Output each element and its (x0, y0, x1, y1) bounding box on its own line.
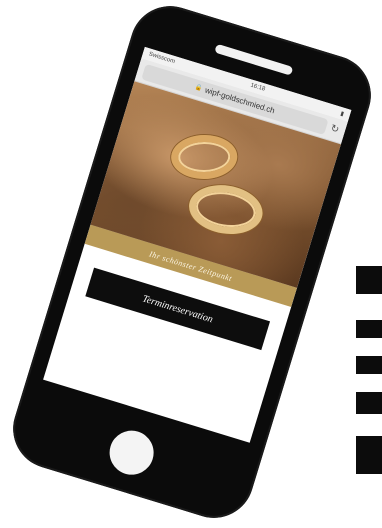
clock: 16:18 (249, 82, 266, 93)
reload-icon[interactable]: ↻ (329, 123, 340, 136)
edge-bar-1 (356, 266, 382, 294)
ring-graphic (185, 180, 267, 240)
appointment-button-label: Terminreservation (141, 292, 215, 325)
lock-icon: 🔒 (194, 84, 204, 93)
edge-bar-2 (356, 320, 382, 338)
phone-screen: Swisscom 16:18 ▮ 🔒 wipf-goldschmied.ch ↻… (43, 46, 352, 443)
battery-icon: ▮ (339, 110, 345, 118)
phone-body: Swisscom 16:18 ▮ 🔒 wipf-goldschmied.ch ↻… (3, 0, 381, 528)
edge-bar-3 (356, 356, 382, 374)
edge-bar-4 (356, 392, 382, 414)
edge-bar-5 (356, 436, 382, 474)
home-button[interactable] (104, 425, 160, 481)
phone-illustration: Swisscom 16:18 ▮ 🔒 wipf-goldschmied.ch ↻… (3, 0, 381, 528)
ring-graphic (170, 134, 238, 180)
